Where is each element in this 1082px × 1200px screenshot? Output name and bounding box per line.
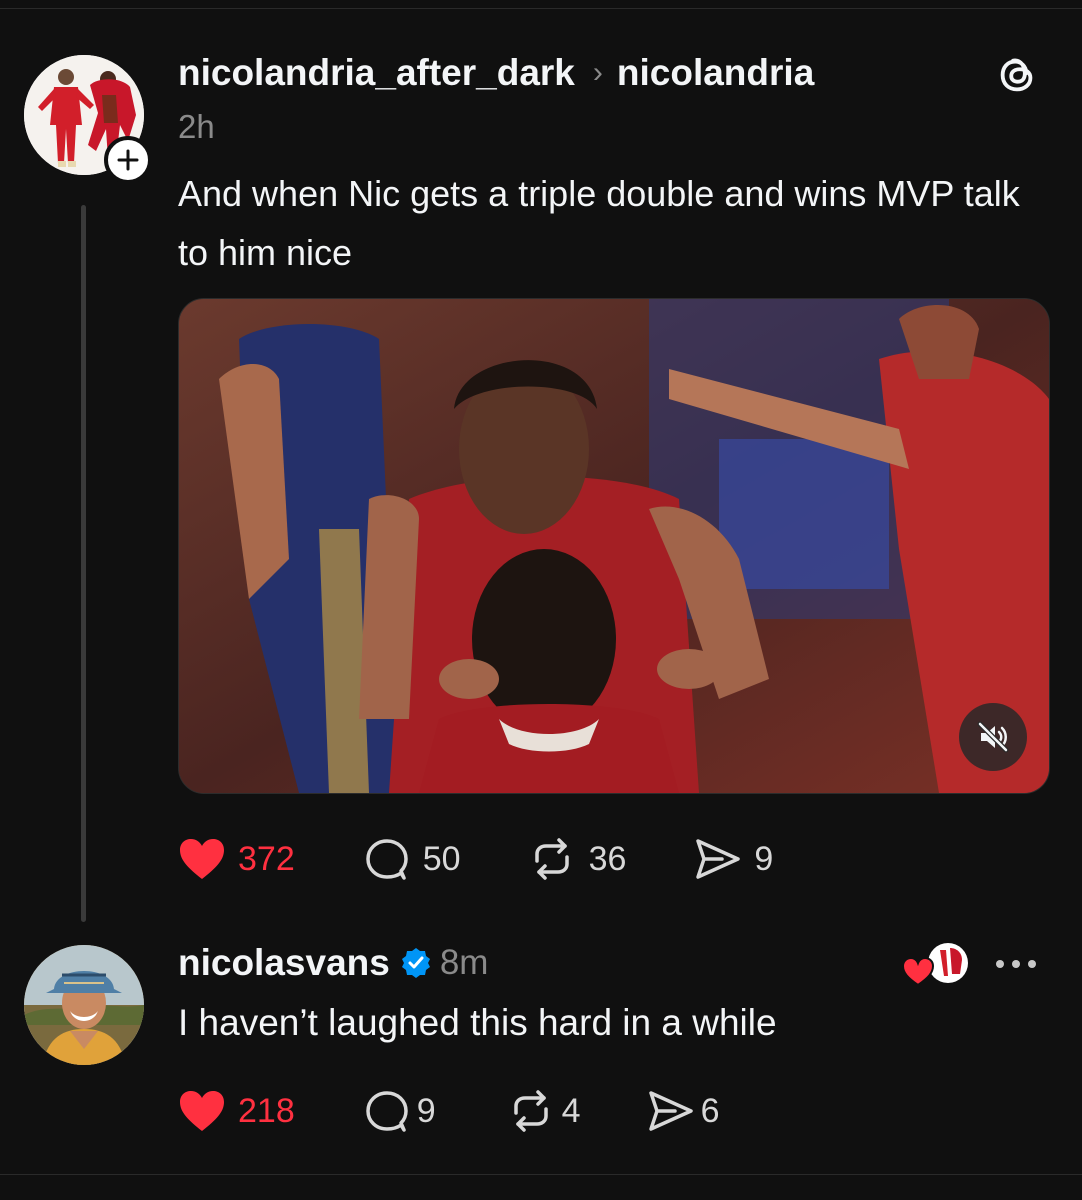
reply-actions-bar: 218 9 4 6	[178, 1086, 720, 1136]
reply-reply-button[interactable]: 9	[363, 1089, 436, 1133]
reply-header: nicolasvans 8m	[178, 940, 488, 986]
bottom-divider	[0, 1174, 1082, 1175]
share-count: 9	[754, 839, 774, 878]
author-username[interactable]: nicolandria_after_dark	[178, 52, 575, 94]
like-count: 372	[238, 839, 295, 878]
post-text: And when Nic gets a triple double and wi…	[178, 173, 1020, 273]
repost-button[interactable]: 36	[527, 837, 627, 881]
heart-icon	[180, 1091, 224, 1131]
reply-share-count: 6	[700, 1091, 720, 1130]
reply-button[interactable]: 50	[363, 837, 461, 881]
thread-connector-line	[81, 205, 86, 922]
reply-repost-button[interactable]: 4	[506, 1089, 581, 1133]
reply-share-button[interactable]: 6	[647, 1089, 720, 1133]
comment-bubble-icon	[365, 1091, 408, 1132]
author-liked-indicator	[901, 943, 968, 987]
reply-reply-count: 9	[416, 1091, 436, 1130]
reply-author-avatar[interactable]	[24, 945, 144, 1065]
post-actions-bar: 372 50 36 9	[178, 834, 773, 884]
post-video[interactable]	[178, 298, 1050, 794]
comment-bubble-icon	[365, 839, 408, 880]
send-icon	[648, 1091, 693, 1131]
reply-author-username[interactable]: nicolasvans	[178, 942, 390, 984]
send-icon	[696, 839, 741, 879]
share-button[interactable]: 9	[694, 837, 773, 881]
heart-icon	[180, 839, 224, 879]
verified-badge-icon	[401, 948, 430, 978]
reply-to-username[interactable]: nicolandria	[617, 52, 814, 94]
mute-toggle-button[interactable]	[959, 703, 1027, 771]
post-header: nicolandria_after_dark › nicolandria	[178, 50, 814, 96]
reply-text: I haven’t laughed this hard in a while	[178, 1002, 777, 1043]
follow-button[interactable]	[104, 136, 152, 184]
post-timestamp: 2h	[178, 108, 215, 145]
reply-like-count: 218	[238, 1091, 295, 1130]
video-frame	[179, 299, 1049, 793]
plus-icon	[117, 149, 139, 171]
reply-timestamp: 8m	[439, 943, 489, 982]
reply-separator: ›	[592, 56, 603, 89]
repost-icon	[534, 838, 569, 880]
repost-count: 36	[588, 839, 627, 878]
reply-repost-count: 4	[561, 1091, 581, 1130]
threads-logo-icon[interactable]	[994, 52, 1040, 98]
like-button[interactable]: 372	[178, 837, 295, 881]
speaker-muted-icon	[977, 721, 1009, 753]
reply-count: 50	[422, 839, 461, 878]
ellipsis-icon[interactable]	[992, 952, 1040, 976]
top-divider	[0, 8, 1082, 9]
repost-icon	[513, 1090, 548, 1132]
reply-like-button[interactable]: 218	[178, 1089, 295, 1133]
